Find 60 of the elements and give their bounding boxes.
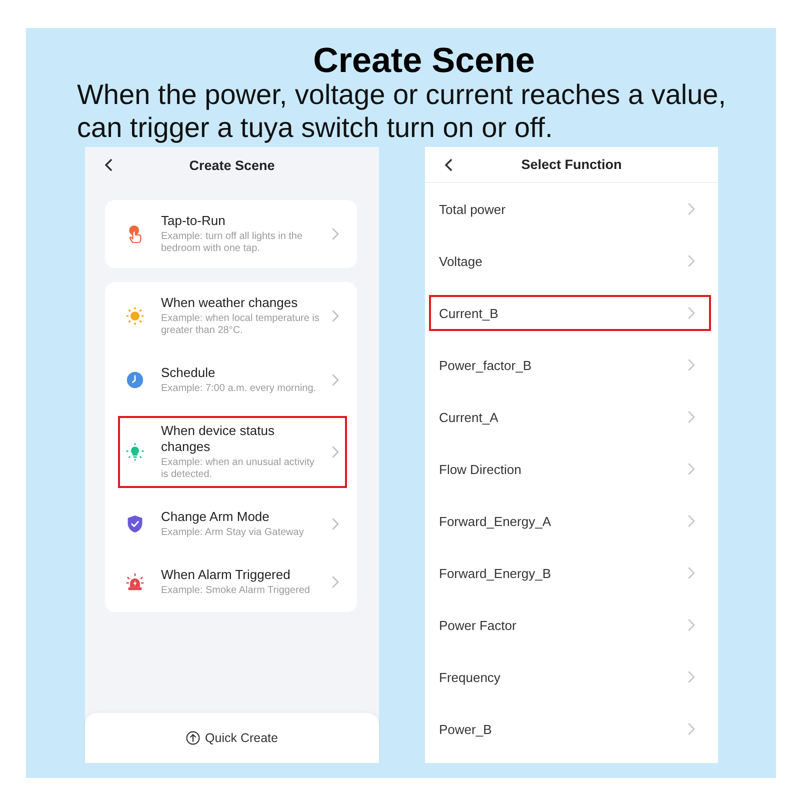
scene-option[interactable]: When Alarm Triggered Example: Smoke Alarm Triggered <box>118 560 347 604</box>
quick-create-button[interactable]: Quick Create <box>182 729 282 747</box>
option-title: When device status changes <box>161 423 276 455</box>
function-item[interactable]: Forward_Energy_A <box>429 503 711 539</box>
chevron-icon <box>332 518 339 530</box>
option-title: Tap-to-Run <box>161 213 226 229</box>
function-item[interactable]: Power_factor_B <box>429 347 711 383</box>
chevron-icon <box>688 671 695 683</box>
function-item[interactable]: Voltage <box>429 243 711 279</box>
sun-icon <box>126 307 144 325</box>
chevron-icon <box>688 567 695 579</box>
scene-option[interactable]: When device status changes Example: when an unusual activity is detected. <box>118 416 347 488</box>
scene-option[interactable]: When weather changes Example: when local temperature is greater than 28°C. <box>118 288 347 344</box>
option-example: Example: Smoke Alarm Triggered <box>161 585 311 597</box>
function-item[interactable]: Forward_Energy_B <box>429 555 711 591</box>
function-item[interactable]: Frequency <box>429 659 711 695</box>
scene-option[interactable]: Change Arm Mode Example: Arm Stay via Gateway <box>118 502 347 546</box>
chevron-icon <box>332 310 339 322</box>
back-icon[interactable] <box>444 159 452 171</box>
scene-option[interactable]: Schedule Example: 7:00 a.m. every morning. <box>118 358 347 402</box>
light-bulb-icon <box>126 443 144 461</box>
shield-check-icon <box>126 515 144 533</box>
option-title: Schedule <box>161 365 216 381</box>
chevron-icon <box>332 228 339 240</box>
option-example: Example: turn off all lights in the bedroom with one tap. <box>161 231 304 255</box>
function-item[interactable]: Flow Direction <box>429 451 711 487</box>
chevron-icon <box>688 203 695 215</box>
up-arrow-circle-icon <box>186 731 200 745</box>
chevron-icon <box>688 619 695 631</box>
siren-icon <box>126 573 144 591</box>
option-example: Example: 7:00 a.m. every morning. <box>161 383 318 395</box>
tapping-hand-icon <box>126 225 144 243</box>
chevron-icon <box>688 411 695 423</box>
chevron-icon <box>688 463 695 475</box>
chevron-icon <box>688 359 695 371</box>
chevron-icon <box>332 446 339 458</box>
function-item[interactable]: Power Factor <box>429 607 711 643</box>
function-item[interactable]: Power_B <box>429 711 711 747</box>
scene-option[interactable]: Tap-to-Run Example: turn off all lights in the bedroom with one tap. <box>118 206 347 262</box>
banner-title: Create Scene <box>312 44 536 78</box>
chevron-icon <box>332 576 339 588</box>
function-item[interactable]: Current_B <box>429 295 711 331</box>
chevron-icon <box>688 255 695 267</box>
option-title: Change Arm Mode <box>161 509 270 525</box>
chevron-icon <box>332 374 339 386</box>
back-icon[interactable] <box>104 159 112 171</box>
banner-caption: When the power, voltage or current reaches a value, can trigger a tuya switch turn on or off. <box>77 78 728 144</box>
function-item[interactable]: Current_A <box>429 399 711 435</box>
chevron-icon <box>688 723 695 735</box>
screen-title: Select Function <box>521 157 622 172</box>
function-item[interactable]: Total power <box>429 191 711 227</box>
option-example: Example: Arm Stay via Gateway <box>161 527 305 539</box>
chevron-icon <box>688 515 695 527</box>
chevron-icon <box>688 307 695 319</box>
option-example: Example: when an unusual activity is detected. <box>161 457 316 481</box>
option-example: Example: when local temperature is greater than 28°C. <box>161 313 320 337</box>
option-title: When Alarm Triggered <box>161 567 292 583</box>
option-title: When weather changes <box>161 295 299 311</box>
clock-icon <box>126 371 144 389</box>
screen-title: Create Scene <box>189 158 275 172</box>
